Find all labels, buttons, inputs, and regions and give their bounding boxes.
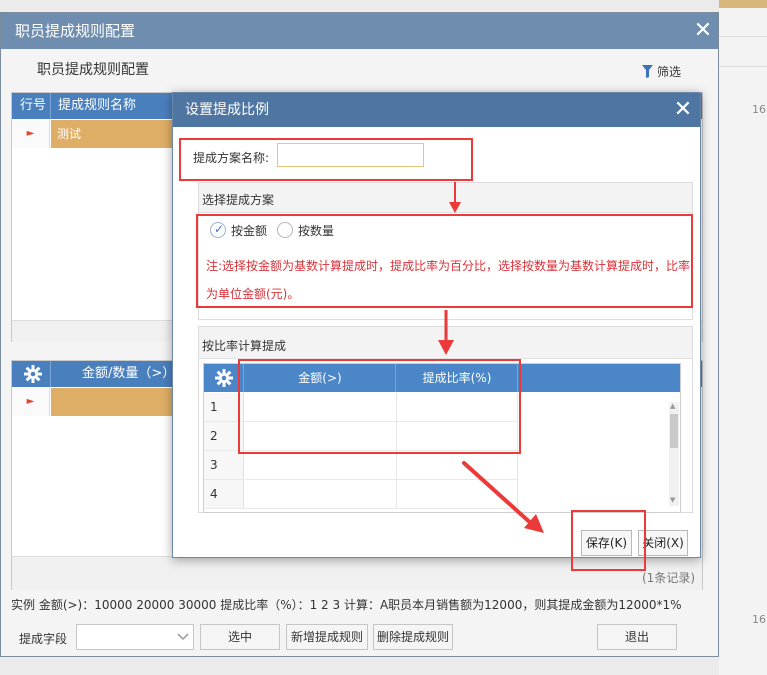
- annotation-box-table: [238, 359, 521, 454]
- row-indicator-icon: ►: [12, 120, 50, 148]
- rate-cell[interactable]: [397, 480, 518, 509]
- close-icon: ✕: [693, 18, 713, 43]
- add-rule-button[interactable]: 新增提成规则: [286, 624, 368, 650]
- rate-cell[interactable]: [397, 451, 518, 480]
- scroll-up-icon[interactable]: ▲: [670, 402, 675, 410]
- background-row-number: 16: [752, 103, 766, 116]
- column-header-rule-name[interactable]: 提成规则名称: [58, 93, 136, 119]
- scheme-section-header: 选择提成方案: [199, 183, 692, 213]
- annotation-box-name: [179, 138, 473, 181]
- background-divider: [719, 66, 767, 67]
- column-header-amount-quantity[interactable]: 金额/数量（>）: [82, 361, 175, 387]
- chevron-down-icon: [177, 629, 189, 644]
- amount-cell[interactable]: [245, 451, 397, 480]
- panel-title: 职员提成规则配置: [37, 62, 149, 78]
- dialog-title: 设置提成比例: [173, 93, 700, 127]
- annotation-box-save: [571, 510, 646, 571]
- field-label: 提成字段: [19, 632, 68, 646]
- ratio-section-header: 按比率计算提成: [199, 327, 692, 359]
- background-row-number: 16: [752, 613, 766, 626]
- close-icon: ✕: [673, 97, 693, 122]
- window-close-button[interactable]: ✕: [691, 19, 715, 43]
- filter-button[interactable]: 筛选: [642, 63, 681, 80]
- row-number: 3: [204, 451, 244, 480]
- rule-name-cell[interactable]: 测试: [51, 120, 181, 148]
- background-window: [719, 0, 767, 675]
- dialog-close-button[interactable]: ✕: [671, 97, 695, 123]
- window-title: 职员提成规则配置: [1, 13, 718, 49]
- gear-icon[interactable]: [24, 365, 42, 386]
- column-header-row-number[interactable]: 行号: [20, 93, 46, 119]
- amount-cell[interactable]: [51, 388, 181, 416]
- delete-rule-button[interactable]: 删除提成规则: [373, 624, 453, 650]
- background-header-strip: [719, 0, 767, 8]
- select-button[interactable]: 选中: [200, 624, 280, 650]
- ratio-section-title: 按比率计算提成: [202, 339, 287, 353]
- scroll-down-icon[interactable]: ▼: [670, 496, 675, 504]
- amount-cell[interactable]: [245, 480, 397, 509]
- record-count: (1条记录): [642, 571, 695, 585]
- field-select[interactable]: [76, 624, 194, 650]
- vertical-scrollbar[interactable]: ▲ ▼: [669, 402, 679, 506]
- row-number: 4: [204, 480, 244, 509]
- annotation-box-scheme: [196, 214, 693, 308]
- scrollbar-thumb[interactable]: [670, 414, 678, 448]
- scheme-section-title: 选择提成方案: [202, 193, 275, 207]
- row-indicator-icon: ►: [12, 388, 50, 416]
- filter-label: 筛选: [657, 65, 682, 79]
- exit-button[interactable]: 退出: [597, 624, 677, 650]
- filter-icon: [642, 65, 653, 78]
- background-divider: [719, 36, 767, 37]
- example-text: 实例 金额(>)：10000 20000 30000 提成比率（%）：1 2 3…: [11, 598, 682, 612]
